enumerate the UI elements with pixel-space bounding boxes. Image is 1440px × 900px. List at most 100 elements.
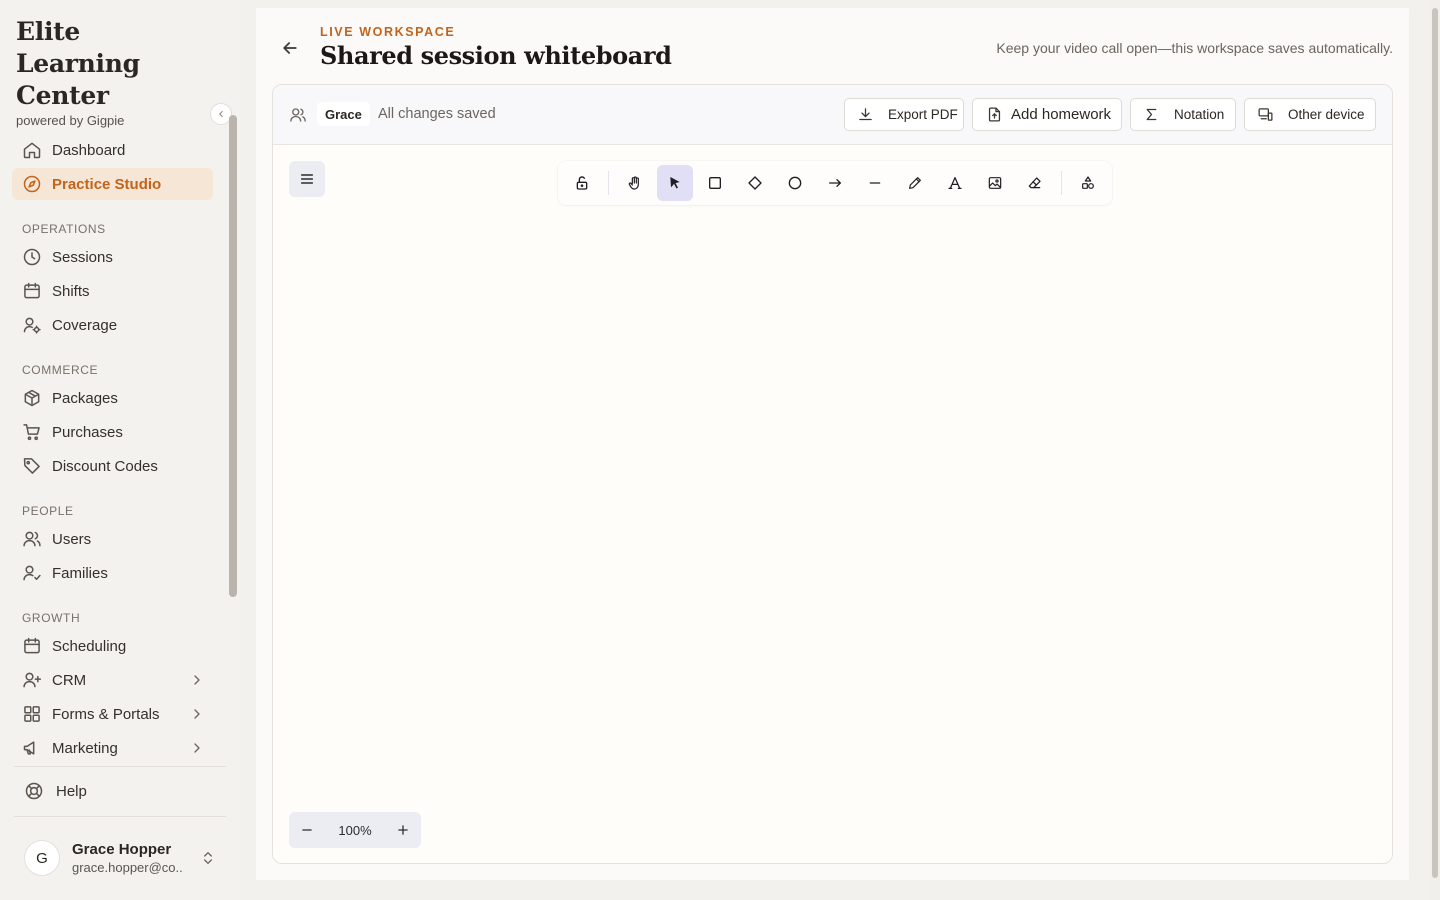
diamond-icon (748, 176, 762, 190)
devices-icon (1258, 108, 1273, 121)
chevron-right-icon (194, 709, 200, 719)
chevron-right-icon (194, 675, 200, 685)
hand-icon (628, 176, 639, 190)
shapes-icon (1082, 176, 1094, 189)
minus-icon (302, 829, 312, 831)
sidebar-item-dashboard[interactable]: Dashboard (12, 134, 213, 166)
arrow-right-icon (829, 179, 841, 187)
tool-rectangle[interactable] (697, 165, 733, 201)
sigma-icon (1146, 108, 1157, 121)
sidebar-item-crm[interactable]: CRM (12, 664, 213, 696)
brand-powered-by: powered by Gigpie (16, 113, 125, 128)
plus-icon (398, 825, 408, 835)
canvas-menu-button[interactable] (289, 161, 325, 197)
rectangle-icon (709, 177, 721, 189)
collaborator-chip: Grace (317, 102, 370, 126)
sidebar-item-sessions[interactable]: Sessions (12, 241, 213, 273)
sidebar-item-packages[interactable]: Packages (12, 382, 213, 414)
tool-text[interactable] (937, 165, 973, 201)
notation-label: Notation (1174, 107, 1225, 122)
add-homework-button[interactable]: Add homework (972, 98, 1122, 131)
nav-section-operations: OPERATIONS (22, 222, 106, 236)
user-name: Grace Hopper (72, 840, 172, 858)
calendar-icon (24, 637, 40, 654)
sidebar-item-marketing[interactable]: Marketing (12, 732, 213, 764)
page-scrollbar-thumb[interactable] (1432, 8, 1438, 878)
tool-line[interactable] (857, 165, 893, 201)
sidebar-item-forms-portals[interactable]: Forms & Portals (12, 698, 213, 730)
main-content: LIVE WORKSPACE Shared session whiteboard… (256, 8, 1409, 880)
sidebar-item-help[interactable]: Help (24, 778, 87, 804)
export-pdf-label: Export PDF (888, 107, 958, 122)
page-scrollbar[interactable] (1430, 0, 1440, 900)
sidebar-item-label: Shifts (52, 282, 90, 300)
sidebar-item-practice-studio[interactable]: Practice Studio (12, 168, 213, 200)
download-icon (859, 108, 872, 121)
save-status: All changes saved (378, 106, 496, 122)
clock-icon (23, 248, 41, 266)
sidebar-item-families[interactable]: Families (12, 557, 213, 589)
image-icon (988, 177, 1002, 189)
user-plus-icon (23, 672, 42, 688)
cart-icon (23, 424, 40, 441)
tool-hand[interactable] (617, 165, 653, 201)
add-homework-label: Add homework (1011, 106, 1112, 123)
toolbar-separator (1061, 171, 1062, 195)
sidebar-item-purchases[interactable]: Purchases (12, 416, 213, 448)
sidebar-item-label: Sessions (52, 248, 113, 266)
sidebar-item-label: Users (52, 530, 92, 548)
tool-eraser[interactable] (1017, 165, 1053, 201)
page-eyebrow: LIVE WORKSPACE (320, 25, 456, 39)
tool-draw[interactable] (897, 165, 933, 201)
sidebar-item-discount-codes[interactable]: Discount Codes (12, 450, 213, 482)
tag-icon (23, 458, 40, 474)
zoom-level[interactable]: 100% (338, 823, 371, 838)
toolbar-separator (608, 171, 609, 195)
users-icon (290, 108, 306, 122)
tool-image[interactable] (977, 165, 1013, 201)
sidebar-item-scheduling[interactable]: Scheduling (12, 630, 213, 662)
sidebar-item-label: CRM (52, 671, 87, 689)
sidebar: Elite Learning Center powered by Gigpie … (0, 0, 240, 900)
file-upload-icon (988, 107, 1001, 122)
other-device-button[interactable]: Other device (1244, 98, 1376, 131)
tool-ellipse[interactable] (777, 165, 813, 201)
tool-lock[interactable] (564, 165, 600, 201)
tool-selection[interactable] (657, 165, 693, 201)
chevron-right-icon (194, 743, 200, 753)
zoom-out-button[interactable] (295, 818, 319, 842)
tool-arrow[interactable] (817, 165, 853, 201)
whiteboard-canvas[interactable]: 100% (273, 145, 1392, 863)
line-icon (869, 182, 881, 184)
sidebar-item-label: Purchases (52, 423, 123, 441)
chevron-up-down-icon (204, 852, 212, 864)
sidebar-scrollbar[interactable] (229, 115, 237, 597)
compass-icon (23, 175, 41, 193)
zoom-controls: 100% (289, 812, 421, 848)
user-email: grace.hopper@co... (72, 859, 182, 875)
nav-section-growth: GROWTH (22, 611, 81, 625)
sidebar-divider (14, 816, 226, 817)
zoom-in-button[interactable] (391, 818, 415, 842)
unlock-icon (576, 176, 588, 190)
sidebar-item-label: Families (52, 564, 108, 582)
back-arrow-icon[interactable] (280, 38, 300, 58)
sidebar-item-coverage[interactable]: Coverage (12, 309, 213, 341)
user-cog-icon (23, 317, 41, 334)
other-device-label: Other device (1288, 107, 1365, 122)
tool-more-shapes[interactable] (1070, 165, 1106, 201)
whiteboard-card: Grace All changes saved Export PDF Add h… (272, 84, 1393, 864)
sidebar-item-users[interactable]: Users (12, 523, 213, 555)
nav-section-commerce: COMMERCE (22, 363, 99, 377)
sidebar-item-label: Forms & Portals (52, 705, 160, 723)
hamburger-icon (300, 174, 314, 184)
sidebar-item-shifts[interactable]: Shifts (12, 275, 213, 307)
whiteboard-toolbar: Grace All changes saved Export PDF Add h… (273, 85, 1392, 145)
sidebar-item-label: Scheduling (52, 637, 127, 655)
notation-button[interactable]: Notation (1130, 98, 1236, 131)
sidebar-divider (14, 766, 226, 767)
user-menu[interactable]: G Grace Hopper grace.hopper@co... (24, 838, 220, 878)
pencil-icon (909, 177, 921, 189)
export-pdf-button[interactable]: Export PDF (844, 98, 964, 131)
tool-diamond[interactable] (737, 165, 773, 201)
